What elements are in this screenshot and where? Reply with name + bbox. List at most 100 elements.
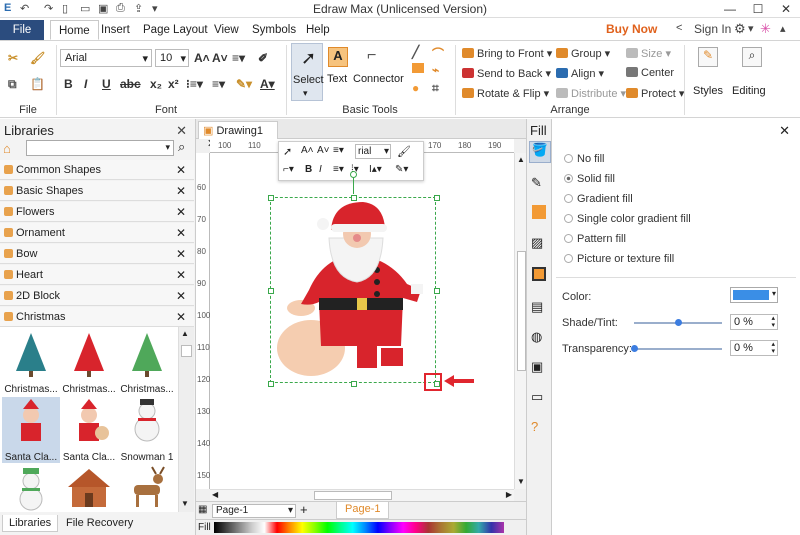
chevron-down-icon[interactable]: ▾ — [748, 22, 754, 35]
distribute-button[interactable]: Distribute ▾ — [556, 87, 626, 100]
library-category[interactable]: Heart ✕ — [0, 265, 194, 285]
bold-icon[interactable]: B — [64, 77, 73, 91]
color-swatches[interactable] — [214, 522, 504, 533]
shade-tint-input[interactable]: 0 % ▴ ▾ — [730, 314, 778, 330]
shape-item[interactable]: Christmas... — [60, 329, 118, 395]
buy-now-link[interactable]: Buy Now — [606, 22, 657, 36]
home-icon[interactable]: ⌂ — [3, 141, 11, 156]
drawing-page[interactable]: ➚ A˄ A˅ ≡▾ rial ▾ 🖌 ⌐▾ B I ≡▾ ⁞▾ I▴▾ ✎▾ — [210, 141, 514, 489]
line-panel-icon[interactable]: ✎ — [531, 175, 542, 191]
globe-icon[interactable]: ◍ — [531, 329, 542, 345]
line-spacing-icon[interactable]: ≡▾ — [333, 145, 344, 156]
sign-in-link[interactable]: Sign In — [694, 22, 731, 36]
library-category[interactable]: Bow ✕ — [0, 244, 194, 264]
connector-icon[interactable]: ⌐▾ — [283, 164, 294, 175]
align-text-icon[interactable]: ≡▾ — [212, 77, 225, 91]
minimize-button[interactable]: — — [716, 0, 744, 18]
tab-view[interactable]: View — [206, 20, 247, 40]
font-size-select[interactable]: 10 ▾ — [155, 49, 189, 67]
layer-panel-icon[interactable] — [532, 267, 546, 281]
font-shrink-icon[interactable]: A˅ — [317, 145, 330, 156]
bring-to-front-button[interactable]: Bring to Front ▾ — [462, 47, 552, 60]
tab-home[interactable]: Home — [50, 20, 99, 40]
search-icon[interactable]: ⌕ — [178, 139, 185, 155]
radio-solid-fill[interactable]: Solid fill — [564, 173, 615, 185]
library-category[interactable]: Common Shapes ✕ — [0, 160, 194, 180]
document-icon[interactable]: ▣ — [531, 359, 543, 375]
fill-panel-icon[interactable]: 🪣 — [529, 141, 551, 163]
font-grow-icon[interactable]: A˄ — [194, 51, 210, 65]
tab-insert[interactable]: Insert — [93, 20, 138, 40]
selection-box[interactable] — [268, 171, 440, 387]
resize-handle[interactable] — [434, 288, 440, 294]
radio-no-fill[interactable]: No fill — [564, 153, 605, 165]
align-button[interactable]: Align ▾ — [556, 67, 604, 80]
italic-icon[interactable]: I — [319, 164, 322, 175]
radio-gradient-fill[interactable]: Gradient fill — [564, 193, 633, 205]
font-name-select[interactable]: Arial ▾ — [60, 49, 152, 67]
vertical-scrollbar[interactable]: ▲ ▼ — [514, 153, 526, 489]
radio-picture-fill[interactable]: Picture or texture fill — [564, 253, 674, 265]
shade-tint-slider[interactable] — [634, 319, 722, 326]
bullets-icon[interactable]: ⁝≡▾ — [186, 77, 203, 91]
polyline-tool-icon[interactable]: ⌁ — [432, 63, 439, 77]
library-category[interactable]: Christmas ✕ — [0, 307, 194, 327]
protect-button[interactable]: Protect ▾ — [626, 87, 684, 100]
transparency-input[interactable]: 0 % ▴ ▾ — [730, 340, 778, 356]
shape-item[interactable]: Snowman 1 — [118, 397, 176, 463]
cut-icon[interactable]: ✂ — [8, 51, 18, 65]
underline-icon[interactable]: U — [102, 77, 111, 91]
radio-single-color-gradient[interactable]: Single color gradient fill — [564, 213, 691, 225]
styles-button[interactable]: ✎ Styles — [690, 45, 726, 103]
page-tab[interactable]: Page-1 — [336, 502, 390, 519]
page-nav-icon[interactable]: ▦ — [198, 504, 207, 515]
format-painter-icon[interactable]: 🖌 — [397, 145, 411, 158]
text-tool-button[interactable]: A Text — [326, 43, 350, 101]
shape-item[interactable]: Santa Cla... — [2, 397, 60, 463]
align-text-icon[interactable]: ≡▾ — [333, 164, 344, 175]
library-scrollbar[interactable]: ▲ ▼ — [178, 327, 194, 512]
bold-icon[interactable]: B — [305, 164, 312, 175]
library-category[interactable]: Ornament ✕ — [0, 223, 194, 243]
page-select[interactable]: Page-1 ▾ — [212, 504, 296, 518]
text-style-icon[interactable]: I▴▾ — [369, 164, 382, 175]
help-icon[interactable]: ? — [531, 419, 538, 434]
format-painter-icon[interactable]: 🖌 — [30, 51, 45, 65]
paste-icon[interactable]: 📋 — [30, 77, 45, 91]
center-button[interactable]: Center — [626, 67, 674, 79]
resize-handle[interactable] — [351, 381, 357, 387]
strikethrough-icon[interactable]: abc — [120, 77, 141, 91]
add-page-icon[interactable]: + — [300, 502, 308, 517]
highlight-icon[interactable]: ✎▾ — [236, 77, 252, 91]
tab-file[interactable]: File — [0, 20, 44, 40]
library-category[interactable]: Flowers ✕ — [0, 202, 194, 222]
group-button[interactable]: Group ▾ — [556, 47, 610, 60]
size-button[interactable]: Size ▾ — [626, 47, 671, 60]
gear-icon[interactable]: ⚙ — [734, 21, 746, 37]
resize-handle[interactable] — [434, 195, 440, 201]
line-style-icon[interactable]: ✎▾ — [395, 164, 408, 175]
rotation-handle[interactable] — [350, 171, 357, 178]
tab-page-layout[interactable]: Page Layout — [135, 20, 216, 40]
santa-shape[interactable] — [271, 198, 437, 384]
font-shrink-icon[interactable]: A˅ — [212, 51, 228, 65]
close-icon[interactable]: ✕ — [779, 123, 790, 139]
ellipse-tool-icon[interactable]: ● — [412, 81, 419, 95]
tab-file-recovery[interactable]: File Recovery — [60, 515, 139, 531]
close-icon[interactable]: ✕ — [176, 123, 187, 139]
horizontal-scrollbar[interactable]: ◀ ▶ — [210, 489, 514, 501]
italic-icon[interactable]: I — [84, 77, 87, 91]
comment-icon[interactable]: ▭ — [531, 389, 543, 405]
tab-symbols[interactable]: Symbols — [244, 20, 304, 40]
tab-libraries[interactable]: Libraries — [2, 515, 59, 532]
shape-item[interactable]: Santa Cla... — [60, 397, 118, 463]
resize-handle[interactable] — [268, 381, 274, 387]
rectangle-tool-icon[interactable] — [412, 63, 424, 73]
connector-tool-button[interactable]: ⌐ Connector — [353, 43, 404, 101]
editing-button[interactable]: ⌕ Editing — [732, 45, 772, 103]
ribbon-collapse-icon[interactable]: ▴ — [780, 22, 786, 35]
subscript-icon[interactable]: x₂ — [150, 77, 162, 91]
superscript-icon[interactable]: x² — [168, 77, 179, 91]
close-window-button[interactable]: ✕ — [772, 0, 800, 18]
page-panel-icon[interactable]: ▤ — [531, 299, 543, 315]
